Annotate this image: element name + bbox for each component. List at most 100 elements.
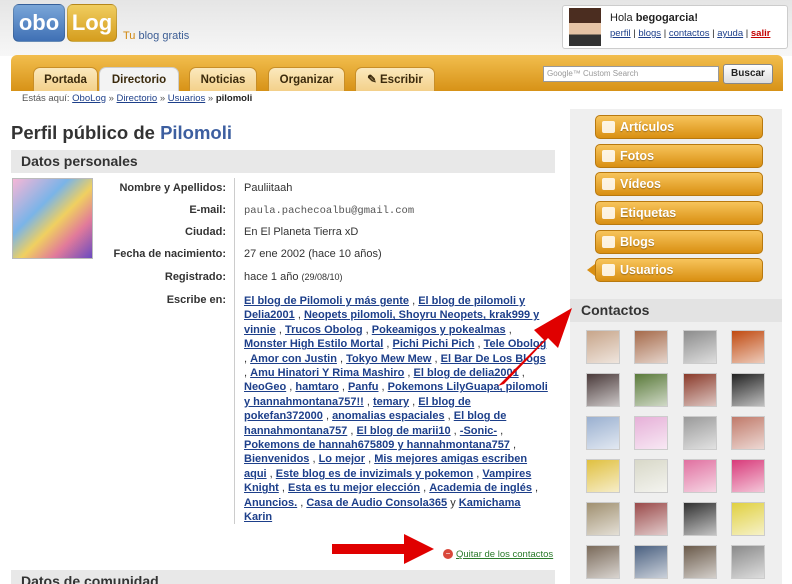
contacts-title: Contactos xyxy=(570,299,782,322)
blog-link[interactable]: El blog de delia2001 xyxy=(414,367,519,379)
contact-thumbnail[interactable] xyxy=(634,459,668,493)
user-link-blogs[interactable]: blogs xyxy=(638,28,661,39)
contact-thumbnail[interactable] xyxy=(683,416,717,450)
blog-link[interactable]: Tokyo Mew Mew xyxy=(346,353,431,365)
breadcrumb-current: pilomoli xyxy=(215,93,253,104)
contact-thumbnail[interactable] xyxy=(683,459,717,493)
contact-thumbnail[interactable] xyxy=(634,373,668,407)
blog-link[interactable]: Casa de Audio Consola365 xyxy=(306,497,447,509)
user-link-perfil[interactable]: perfil xyxy=(610,28,631,39)
blog-link[interactable]: Pokeamigos y pokealmas xyxy=(372,324,506,336)
contact-thumbnail[interactable] xyxy=(586,502,620,536)
logout-link[interactable]: salir xyxy=(751,28,771,39)
user-link-ayuda[interactable]: ayuda xyxy=(717,28,743,39)
tagline-rest: blog gratis xyxy=(135,30,190,42)
contact-thumbnail[interactable] xyxy=(683,502,717,536)
blog-link[interactable]: Tele Obolog xyxy=(484,338,547,350)
blog-link[interactable]: Lo mejor xyxy=(319,453,365,465)
header: obo Log Tu blog gratis Hola begogarcia! … xyxy=(0,0,792,56)
search-input[interactable]: Google™ Custom Search xyxy=(543,66,719,82)
contact-thumbnail[interactable] xyxy=(634,416,668,450)
pencil-icon: ✎ xyxy=(367,74,377,86)
blog-link[interactable]: Amu Hinatori Y Rima Mashiro xyxy=(250,367,404,379)
blog-link[interactable]: El Bar De Los Blogs xyxy=(441,353,546,365)
user-link-contactos[interactable]: contactos xyxy=(669,28,710,39)
active-pointer xyxy=(587,264,595,276)
avatar[interactable] xyxy=(569,8,601,46)
label-ciudad: Ciudad: xyxy=(185,226,226,238)
sidebar-label-etiquetas: Etiquetas xyxy=(620,206,677,220)
blog-link[interactable]: NeoGeo xyxy=(244,381,286,393)
blog-link[interactable]: Pichi Pichi Pich xyxy=(393,338,475,350)
sidebar-item-articulos[interactable]: Artículos xyxy=(595,115,763,139)
sidebar-item-usuarios[interactable]: Usuarios xyxy=(595,258,763,282)
contact-thumbnail[interactable] xyxy=(731,502,765,536)
tab-escribir-label: Escribir xyxy=(380,74,423,86)
contact-thumbnail[interactable] xyxy=(683,545,717,579)
search-button[interactable]: Buscar xyxy=(723,64,773,84)
tagline: Tu blog gratis xyxy=(123,30,189,42)
tag-icon xyxy=(602,207,615,219)
tab-directorio[interactable]: Directorio xyxy=(99,67,179,91)
blog-link[interactable]: -Sonic- xyxy=(460,425,497,437)
blog-link[interactable]: temary xyxy=(373,396,409,408)
blog-link[interactable]: Monster High Estilo Mortal xyxy=(244,338,383,350)
contact-thumbnail[interactable] xyxy=(731,416,765,450)
blog-link[interactable]: Pokemons de hannah675809 y hannahmontana… xyxy=(244,439,510,451)
label-email: E-mail: xyxy=(189,204,226,216)
page-title: Perfil público de Pilomoli xyxy=(11,122,232,144)
blog-link[interactable]: Panfu xyxy=(348,381,379,393)
users-icon xyxy=(602,264,615,276)
breadcrumb-prefix: Estás aquí: xyxy=(22,93,70,104)
greeting: Hola begogarcia! xyxy=(610,12,698,24)
contact-thumbnail[interactable] xyxy=(586,545,620,579)
blog-link[interactable]: hamtaro xyxy=(295,381,338,393)
contact-thumbnail[interactable] xyxy=(634,330,668,364)
blog-link[interactable]: Esta es tu mejor elección xyxy=(288,482,420,494)
obolog-logo-left[interactable]: obo xyxy=(13,4,65,42)
contact-thumbnail[interactable] xyxy=(731,373,765,407)
username: begogarcia! xyxy=(635,12,699,24)
sidebar-label-blogs: Blogs xyxy=(620,235,655,249)
profile-picture xyxy=(12,178,93,259)
contact-thumbnail[interactable] xyxy=(731,330,765,364)
contact-thumbnail[interactable] xyxy=(586,373,620,407)
breadcrumb-directorio[interactable]: Directorio xyxy=(117,93,158,104)
label-registrado: Registrado: xyxy=(164,271,226,283)
sidebar-item-blogs[interactable]: Blogs xyxy=(595,230,763,254)
blog-link[interactable]: El blog de Pilomoli y más gente xyxy=(244,295,409,307)
tab-noticias[interactable]: Noticias xyxy=(189,67,257,91)
contact-thumbnail[interactable] xyxy=(683,330,717,364)
blog-link[interactable]: Este blog es de invizimals y pokemon xyxy=(276,468,473,480)
remove-contact[interactable]: − Quitar de los contactos xyxy=(443,549,553,560)
blog-link[interactable]: Bienvenidos xyxy=(244,453,309,465)
sidebar-item-etiquetas[interactable]: Etiquetas xyxy=(595,201,763,225)
blog-link[interactable]: Academia de inglés xyxy=(429,482,532,494)
contact-thumbnail[interactable] xyxy=(586,459,620,493)
blog-link[interactable]: El blog de marii10 xyxy=(356,425,450,437)
obolog-logo-right[interactable]: Log xyxy=(67,4,117,42)
contact-thumbnail[interactable] xyxy=(731,545,765,579)
value-ciudad: En El Planeta Tierra xD xyxy=(244,226,359,238)
contact-thumbnail[interactable] xyxy=(586,330,620,364)
contact-thumbnail[interactable] xyxy=(731,459,765,493)
tab-escribir[interactable]: ✎ Escribir xyxy=(355,67,435,91)
sidebar-item-fotos[interactable]: Fotos xyxy=(595,144,763,168)
contact-thumbnail[interactable] xyxy=(634,502,668,536)
divider xyxy=(234,178,235,524)
contact-thumbnail[interactable] xyxy=(634,545,668,579)
blog-link[interactable]: Trucos Obolog xyxy=(285,324,363,336)
tab-portada[interactable]: Portada xyxy=(33,67,98,91)
remove-contact-link[interactable]: Quitar de los contactos xyxy=(456,549,553,560)
contact-thumbnail[interactable] xyxy=(586,416,620,450)
blog-link[interactable]: Amor con Justin xyxy=(250,353,337,365)
contact-thumbnail[interactable] xyxy=(683,373,717,407)
tab-organizar[interactable]: Organizar xyxy=(268,67,345,91)
breadcrumb-usuarios[interactable]: Usuarios xyxy=(168,93,206,104)
blog-link[interactable]: anomalias espaciales xyxy=(332,410,445,422)
sidebar-label-fotos: Fotos xyxy=(620,149,655,163)
tagline-prefix: Tu xyxy=(123,30,136,42)
breadcrumb-obolog[interactable]: OboLog xyxy=(72,93,106,104)
blog-link[interactable]: Anuncios. xyxy=(244,497,297,509)
sidebar-item-videos[interactable]: Vídeos xyxy=(595,172,763,196)
